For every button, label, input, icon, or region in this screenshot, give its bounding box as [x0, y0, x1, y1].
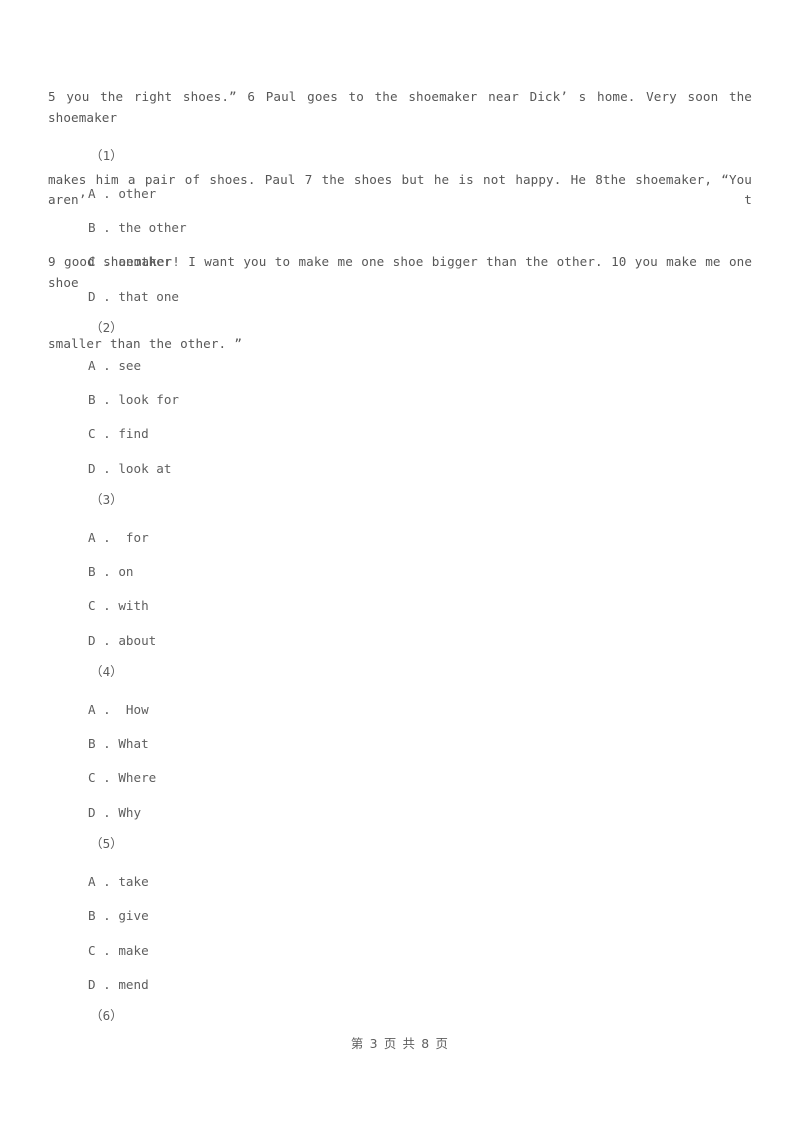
question-1-option-b[interactable]: B . the other — [88, 220, 187, 236]
question-4-option-b[interactable]: B . What — [88, 736, 149, 752]
page-footer: 第 3 页 共 8 页 — [350, 1036, 450, 1051]
question-5-option-a[interactable]: A . take — [88, 874, 149, 890]
question-3-option-d[interactable]: D . about — [88, 633, 156, 649]
question-number-3: （3） — [90, 492, 123, 507]
question-number-1: （1） — [90, 148, 123, 163]
passage-line: 5 you the right shoes.” 6 Paul goes to t… — [48, 89, 761, 125]
question-4-option-c[interactable]: C . Where — [88, 770, 156, 786]
question-3-option-c[interactable]: C . with — [88, 598, 149, 614]
question-number-2: （2） — [90, 320, 123, 335]
question-4-option-a[interactable]: A . How — [88, 702, 149, 718]
question-number-5: （5） — [90, 836, 123, 851]
question-3-option-a[interactable]: A . for — [88, 530, 149, 546]
question-1-option-c[interactable]: C . another — [88, 254, 171, 270]
question-5-option-d[interactable]: D . mend — [88, 977, 149, 993]
question-2-option-b[interactable]: B . look for — [88, 392, 179, 408]
passage-line: smaller than the other. ” — [48, 336, 243, 352]
question-5-option-c[interactable]: C . make — [88, 943, 149, 959]
question-5-option-b[interactable]: B . give — [88, 908, 149, 924]
question-3-option-b[interactable]: B . on — [88, 564, 134, 580]
question-4-option-d[interactable]: D . Why — [88, 805, 141, 821]
question-number-4: （4） — [90, 664, 123, 679]
question-1-option-a[interactable]: A . other — [88, 186, 156, 202]
document-page: 5 you the right shoes.” 6 Paul goes to t… — [0, 0, 800, 1132]
question-2-option-c[interactable]: C . find — [88, 426, 149, 442]
question-2-option-d[interactable]: D . look at — [88, 461, 171, 477]
question-1-option-d[interactable]: D . that one — [88, 289, 179, 305]
question-2-option-a[interactable]: A . see — [88, 358, 141, 374]
question-number-6: （6） — [90, 1008, 123, 1023]
